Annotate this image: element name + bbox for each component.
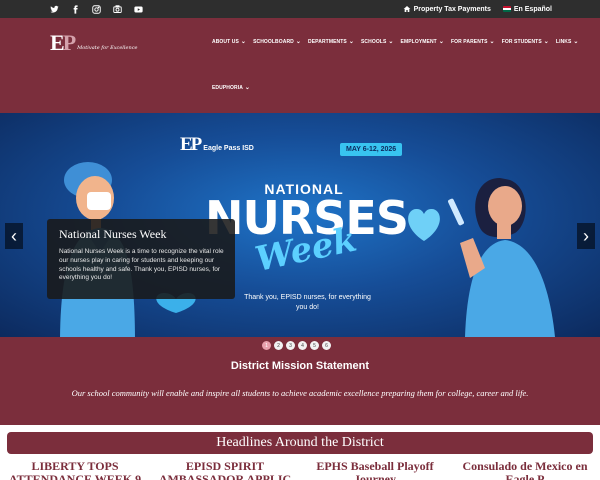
nurse-illustration-right (448, 178, 555, 337)
nav-departments[interactable]: DEPARTMENTS ⌄ (308, 38, 354, 46)
nav-schools[interactable]: SCHOOLS ⌄ (360, 38, 394, 46)
secondary-nav: EDUPHORIA ⌄ (212, 84, 251, 92)
pagination-dot[interactable]: 5 (310, 341, 319, 350)
slide-logo-mark: EP (180, 134, 202, 155)
headline-story-link[interactable]: LIBERTY TOPS ATTENDANCE WEEK 9 (0, 459, 150, 480)
pagination-dot[interactable]: 6 (322, 341, 331, 350)
camera-icon[interactable] (111, 3, 123, 15)
caption-title: National Nurses Week (59, 227, 167, 241)
nav-schoolboard[interactable]: SCHOOLBOARD ⌄ (253, 38, 302, 46)
slide-caption: National Nurses Week National Nurses Wee… (47, 219, 235, 299)
youtube-icon[interactable] (132, 3, 144, 15)
nav-label: EMPLOYMENT (400, 38, 437, 45)
logo-mark: EP (50, 30, 76, 55)
nav-label: ABOUT US (212, 38, 239, 45)
headline-story-link[interactable]: EPISD SPIRIT AMBASSADOR APPLIC (150, 459, 300, 480)
prev-slide-button[interactable]: ‹ (5, 223, 23, 249)
slide-district-name: Eagle Pass ISD (203, 145, 254, 152)
chevron-down-icon: ⌄ (295, 39, 302, 45)
chevron-down-icon: ⌄ (438, 39, 444, 45)
nav-label: EDUPHORIA (212, 84, 243, 91)
event-date-badge: MAY 6-12, 2026 (340, 143, 403, 156)
chevron-down-icon: ⌄ (573, 39, 579, 45)
instagram-icon[interactable] (90, 3, 102, 15)
chevron-down-icon: ⌄ (543, 39, 549, 45)
espanol-link[interactable]: En Español (502, 5, 552, 13)
facebook-icon[interactable] (69, 3, 81, 15)
caption-body: National Nurses Week is a time to recogn… (59, 248, 224, 282)
chevron-right-icon: › (583, 226, 589, 246)
chevron-down-icon: ⌄ (348, 39, 354, 45)
nav-label: SCHOOLBOARD (253, 38, 294, 45)
nav-eduphoria[interactable]: EDUPHORIA ⌄ (212, 84, 251, 92)
nav-employment[interactable]: EMPLOYMENT ⌄ (400, 38, 444, 46)
nav-label: LINKS (555, 38, 572, 45)
nav-for-parents[interactable]: FOR PARENTS ⌄ (450, 38, 495, 46)
headline-story-link[interactable]: EPHS Baseball Playoff Journey (300, 459, 450, 480)
top-links: Property Tax Payments En Español (403, 0, 552, 18)
pagination-dot[interactable]: 2 (274, 341, 283, 350)
property-tax-link[interactable]: Property Tax Payments (403, 5, 491, 13)
nav-about-us[interactable]: ABOUT US ⌄ (212, 38, 247, 46)
nav-label: SCHOOLS (360, 38, 387, 45)
nav-label: FOR PARENTS (450, 38, 488, 45)
pagination-dot[interactable]: 3 (286, 341, 295, 350)
property-tax-label: Property Tax Payments (413, 5, 491, 13)
hero-slider: EP Eagle Pass ISD MAY 6-12, 2026 NATIONA… (0, 113, 600, 337)
social-links (48, 0, 144, 18)
heart-decoration (408, 208, 440, 241)
district-logo[interactable]: EP Motivate for Excellence (50, 32, 137, 54)
nav-links[interactable]: LINKS ⌄ (555, 38, 579, 46)
pagination-dot[interactable]: 4 (298, 341, 307, 350)
chevron-down-icon: ⌄ (489, 39, 495, 45)
twitter-icon[interactable] (48, 3, 60, 15)
mission-title: District Mission Statement (230, 360, 370, 372)
main-nav: ABOUT US ⌄ SCHOOLBOARD ⌄ DEPARTMENTS ⌄ SCHO… (212, 38, 579, 46)
slide-pagination: 1 2 3 4 5 6 (262, 341, 331, 350)
home-icon (403, 6, 410, 12)
nav-for-students[interactable]: FOR STUDENTS ⌄ (501, 38, 549, 46)
nav-label: DEPARTMENTS (308, 38, 347, 45)
nav-label: FOR STUDENTS (501, 38, 542, 45)
mexico-flag-icon (502, 6, 511, 12)
chevron-left-icon: ‹ (11, 226, 17, 246)
headline-stories: LIBERTY TOPS ATTENDANCE WEEK 9 EPISD SPI… (0, 459, 600, 480)
chevron-down-icon: ⌄ (244, 85, 251, 91)
headline-story-link[interactable]: Consulado de Mexico en Eagle P (450, 459, 600, 480)
pagination-dot[interactable]: 1 (262, 341, 271, 350)
chevron-down-icon: ⌄ (388, 39, 394, 45)
mission-section: 1 2 3 4 5 6 District Mission Statement O… (0, 337, 600, 425)
chevron-down-icon: ⌄ (240, 39, 247, 45)
headlines-heading: Headlines Around the District (7, 432, 593, 454)
mission-text: Our school community will enable and ins… (71, 388, 529, 398)
slide-logo: EP Eagle Pass ISD (180, 135, 254, 154)
slide-thanks-text: Thank you, EPISD nurses, for everything … (244, 294, 371, 311)
next-slide-button[interactable]: › (577, 223, 595, 249)
site-header: EP Motivate for Excellence ABOUT US ⌄ SCH… (0, 18, 600, 113)
top-bar: Property Tax Payments En Español (0, 0, 600, 18)
espanol-label: En Español (513, 5, 552, 13)
logo-tagline: Motivate for Excellence (77, 45, 138, 51)
